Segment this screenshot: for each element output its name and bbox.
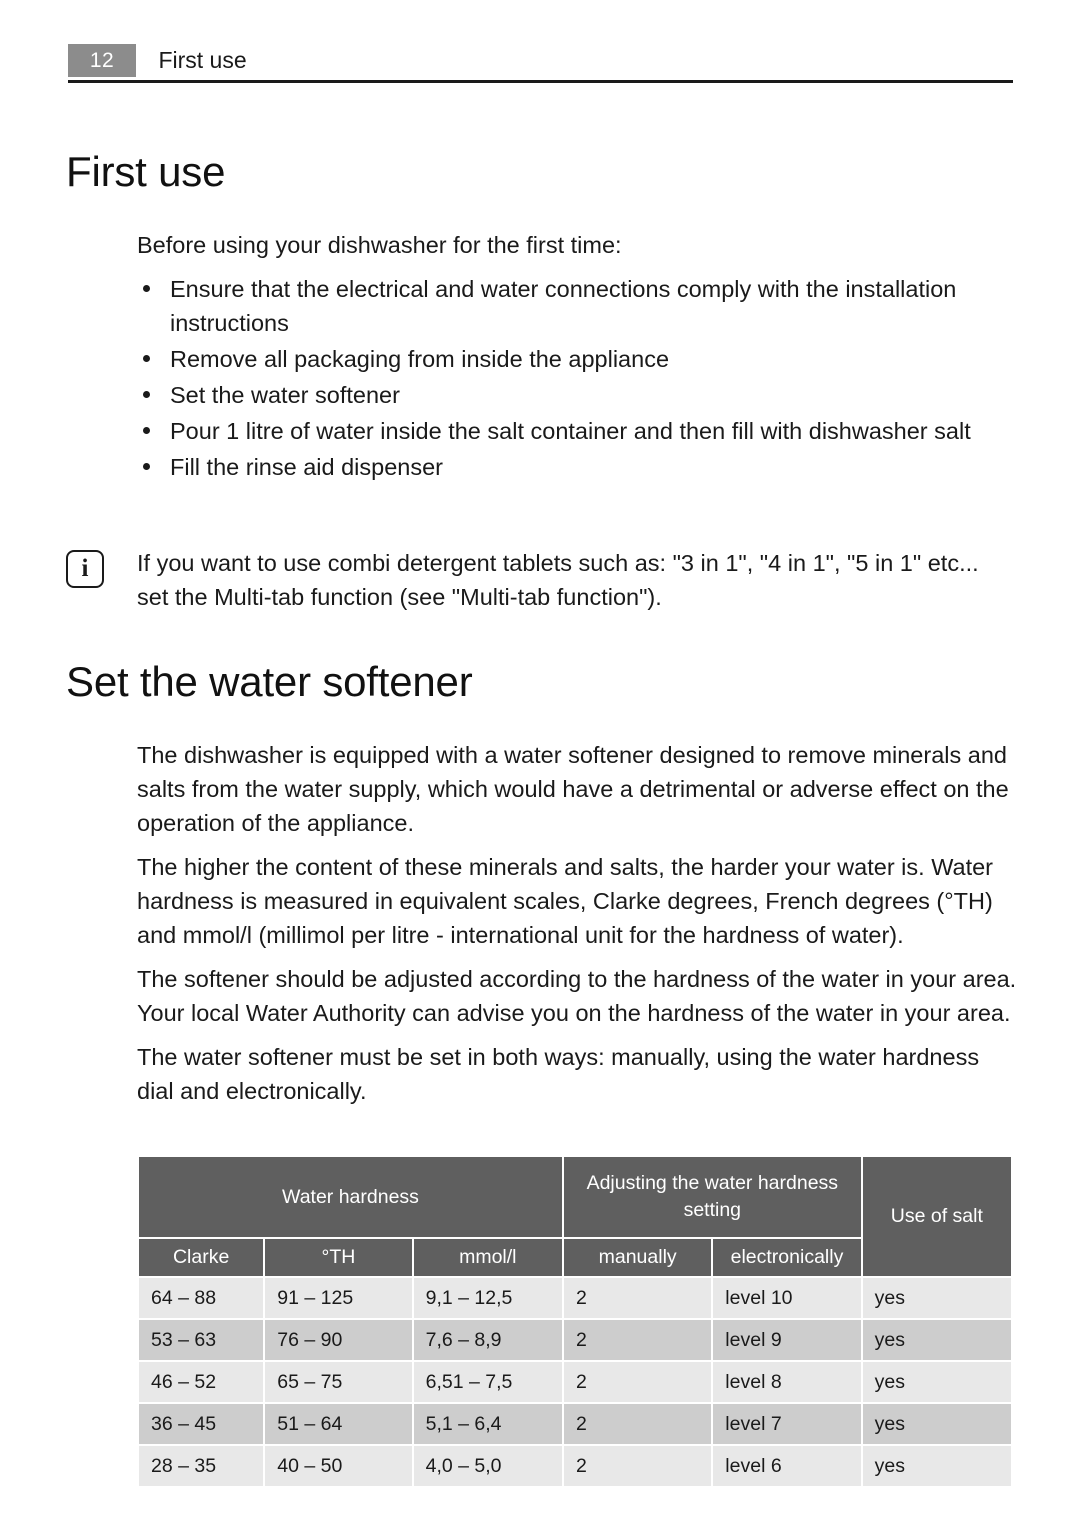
table-row: 53 – 63 76 – 90 7,6 – 8,9 2 level 9 yes	[139, 1320, 1011, 1360]
info-note: i If you want to use combi detergent tab…	[66, 546, 1016, 614]
list-item: Ensure that the electrical and water con…	[137, 272, 1017, 340]
cell-clarke: 36 – 45	[139, 1404, 264, 1444]
list-item-label: Fill the rinse aid dispenser	[170, 454, 443, 480]
table-header: Water hardness Adjusting the water hardn…	[139, 1157, 1011, 1276]
cell-manually: 2	[563, 1320, 712, 1360]
cell-clarke: 53 – 63	[139, 1320, 264, 1360]
cell-electronically: level 9	[713, 1320, 861, 1360]
table-group-header-water-hardness: Water hardness	[139, 1157, 562, 1237]
table-col-header-manually: manually	[563, 1239, 712, 1276]
paragraph: The water softener must be set in both w…	[137, 1044, 980, 1104]
info-note-text: If you want to use combi detergent table…	[137, 550, 979, 610]
paragraph: The dishwasher is equipped with a water …	[137, 742, 1009, 836]
cell-th: 65 – 75	[265, 1362, 412, 1402]
water-softener-body: The dishwasher is equipped with a water …	[137, 738, 1017, 1118]
paragraph: The higher the content of these minerals…	[137, 854, 994, 948]
table-row: 64 – 88 91 – 125 9,1 – 12,5 2 level 10 y…	[139, 1278, 1011, 1318]
list-item-label: Pour 1 litre of water inside the salt co…	[170, 418, 971, 444]
table-group-header-use-of-salt: Use of salt	[862, 1157, 1011, 1276]
cell-clarke: 46 – 52	[139, 1362, 264, 1402]
section-heading-first-use: First use	[66, 148, 226, 195]
bullet-dot-icon	[143, 355, 150, 362]
cell-electronically: level 8	[713, 1362, 861, 1402]
intro-paragraph: Before using your dishwasher for the fir…	[137, 232, 622, 258]
list-item: Fill the rinse aid dispenser	[137, 450, 1017, 484]
bullet-dot-icon	[143, 463, 150, 470]
table-row: 36 – 45 51 – 64 5,1 – 6,4 2 level 7 yes	[139, 1404, 1011, 1444]
cell-electronically: level 10	[713, 1278, 861, 1318]
cell-th: 40 – 50	[265, 1446, 412, 1486]
cell-electronically: level 6	[713, 1446, 861, 1486]
bullet-dot-icon	[143, 427, 150, 434]
table-row: 46 – 52 65 – 75 6,51 – 7,5 2 level 8 yes	[139, 1362, 1011, 1402]
table-col-header-mmol: mmol/l	[413, 1239, 562, 1276]
bullet-dot-icon	[143, 391, 150, 398]
cell-th: 76 – 90	[265, 1320, 412, 1360]
cell-use-of-salt: yes	[862, 1320, 1011, 1360]
table-row: 28 – 35 40 – 50 4,0 – 5,0 2 level 6 yes	[139, 1446, 1011, 1486]
list-item: Pour 1 litre of water inside the salt co…	[137, 414, 1017, 448]
paragraph: The softener should be adjusted accordin…	[137, 966, 1017, 1026]
list-item-label: Remove all packaging from inside the app…	[170, 346, 670, 372]
cell-manually: 2	[563, 1446, 712, 1486]
cell-manually: 2	[563, 1404, 712, 1444]
cell-mmol: 4,0 – 5,0	[413, 1446, 562, 1486]
table-group-header-adjusting: Adjusting the water hardness setting	[563, 1157, 861, 1237]
running-header: 12 First use	[68, 44, 1013, 84]
table-col-header-clarke: Clarke	[139, 1239, 264, 1276]
document-page: 12 First use First use Before using your…	[0, 0, 1080, 1529]
cell-th: 91 – 125	[265, 1278, 412, 1318]
first-use-bullet-list: Ensure that the electrical and water con…	[137, 272, 1017, 484]
cell-mmol: 9,1 – 12,5	[413, 1278, 562, 1318]
cell-use-of-salt: yes	[862, 1404, 1011, 1444]
info-icon: i	[66, 550, 104, 588]
section-heading-water-softener: Set the water softener	[66, 658, 473, 705]
header-rule	[68, 80, 1013, 83]
cell-use-of-salt: yes	[862, 1278, 1011, 1318]
running-title: First use	[158, 47, 247, 73]
cell-mmol: 5,1 – 6,4	[413, 1404, 562, 1444]
table-group-header-row: Water hardness Adjusting the water hardn…	[139, 1157, 1011, 1276]
list-item: Remove all packaging from inside the app…	[137, 342, 1017, 376]
cell-clarke: 64 – 88	[139, 1278, 264, 1318]
cell-manually: 2	[563, 1278, 712, 1318]
cell-mmol: 6,51 – 7,5	[413, 1362, 562, 1402]
first-use-body: Before using your dishwasher for the fir…	[137, 228, 1017, 486]
list-item-label: Set the water softener	[170, 382, 400, 408]
cell-th: 51 – 64	[265, 1404, 412, 1444]
list-item-label: Ensure that the electrical and water con…	[170, 276, 957, 336]
water-hardness-table: Water hardness Adjusting the water hardn…	[137, 1155, 1013, 1488]
page-number: 12	[68, 44, 136, 77]
cell-manually: 2	[563, 1362, 712, 1402]
table-body: 64 – 88 91 – 125 9,1 – 12,5 2 level 10 y…	[139, 1278, 1011, 1486]
cell-mmol: 7,6 – 8,9	[413, 1320, 562, 1360]
cell-use-of-salt: yes	[862, 1362, 1011, 1402]
cell-use-of-salt: yes	[862, 1446, 1011, 1486]
cell-electronically: level 7	[713, 1404, 861, 1444]
cell-clarke: 28 – 35	[139, 1446, 264, 1486]
bullet-dot-icon	[143, 285, 150, 292]
list-item: Set the water softener	[137, 378, 1017, 412]
table-col-header-electronically: electronically	[713, 1239, 861, 1276]
table-col-header-th: °TH	[265, 1239, 412, 1276]
